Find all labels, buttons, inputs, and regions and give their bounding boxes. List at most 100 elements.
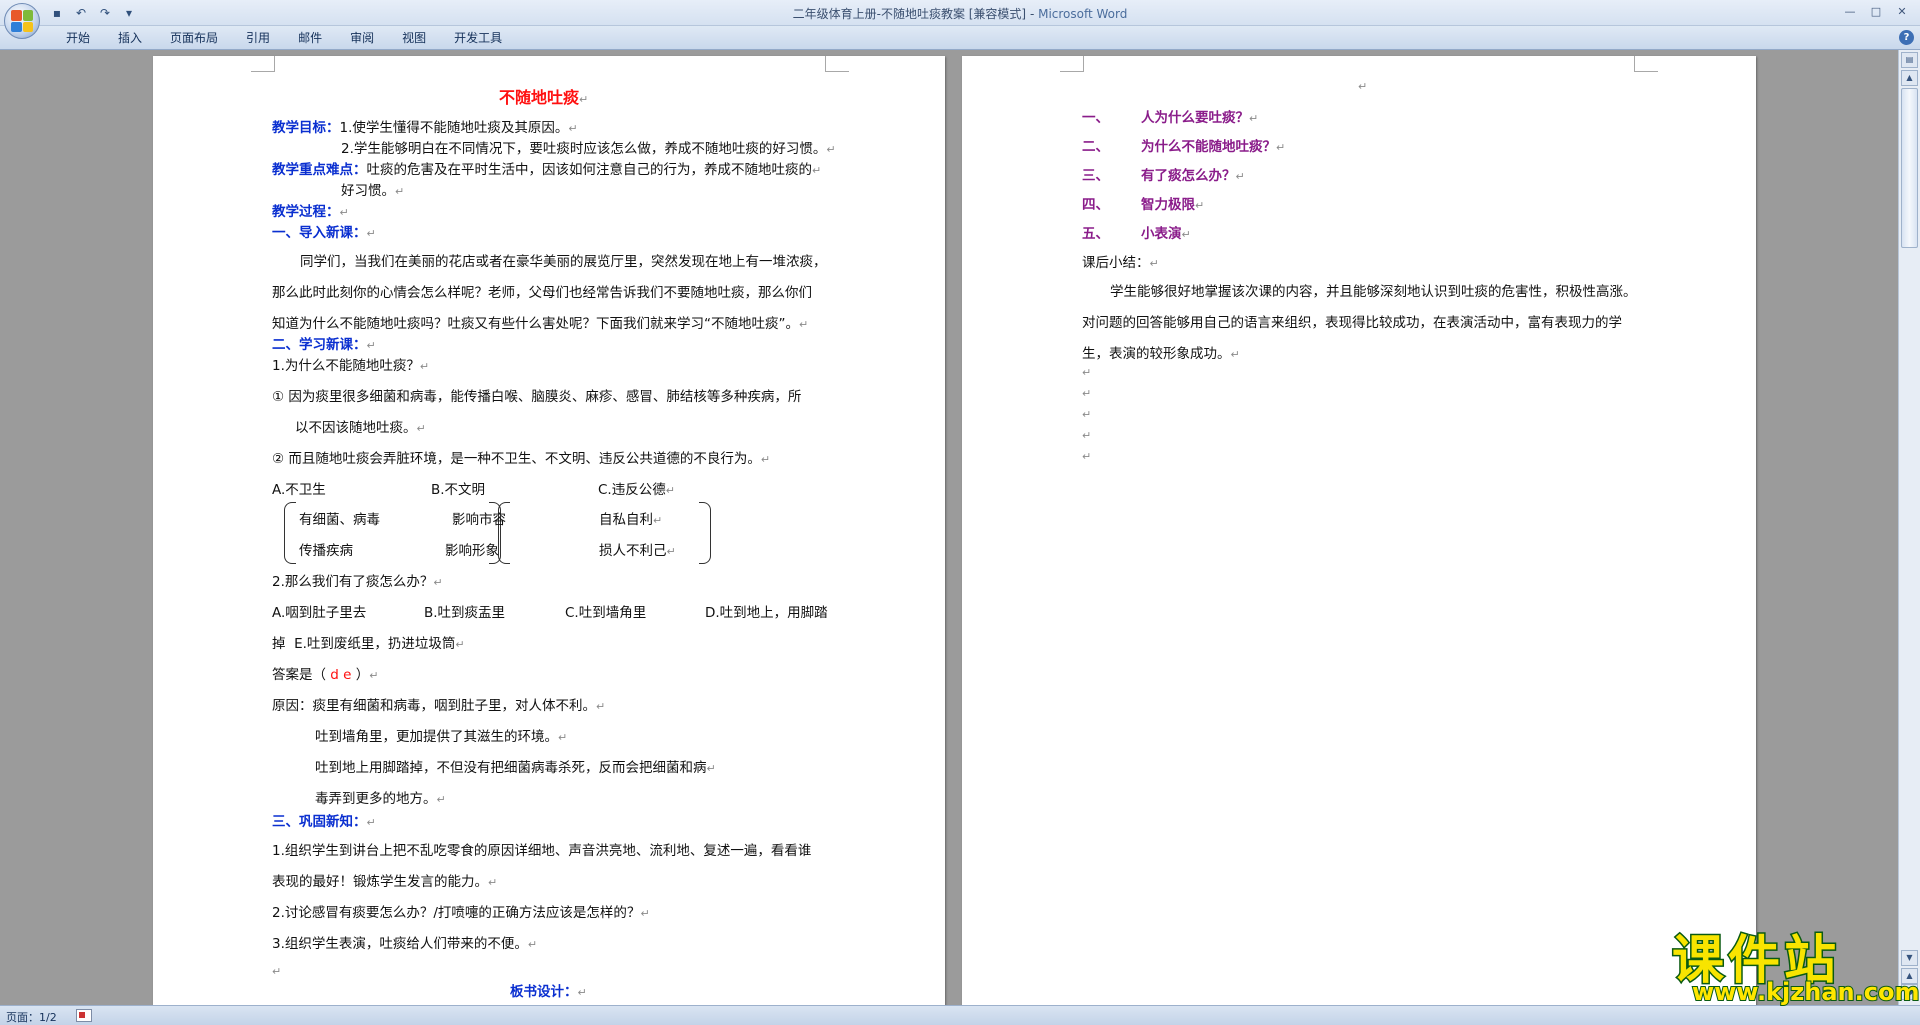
reason-line-3: 吐到地上用脚踏掉，不但没有把细菌病毒杀死，反而会把细菌和病↵ — [315, 756, 716, 776]
paragraph-mark: ↵ — [826, 143, 836, 156]
status-bar: 页面：1/2 — [0, 1005, 1920, 1025]
paragraph-mark: ↵ — [1230, 348, 1240, 361]
right-brace — [699, 502, 711, 564]
paragraph-mark: ↵ — [558, 731, 568, 744]
empty-line: ↵ — [1358, 78, 1367, 94]
margin-corner-top-right — [825, 56, 849, 72]
margin-corner-top-left — [1060, 56, 1084, 72]
page-count[interactable]: 页面：1/2 — [6, 1009, 57, 1025]
match-item-6: 损人不利己↵ — [599, 539, 676, 559]
board-item-5-number: 五、 — [1082, 226, 1109, 242]
option-c-text: C.违反公德 — [598, 482, 666, 498]
left-brace — [284, 502, 296, 564]
proofing-status-icon[interactable] — [76, 1009, 92, 1022]
paragraph-mark: ↵ — [1082, 366, 1092, 379]
tab-developer[interactable]: 开发工具 — [440, 30, 516, 47]
ribbon-tabs: 开始 插入 页面布局 引用 邮件 审阅 视图 开发工具 — [52, 30, 516, 47]
board-item-4: 四、 智力极限↵ — [1082, 193, 1204, 213]
title-bar: ▪ ↶ ↷ ▾ 二年级体育上册-不随地吐痰教案 [兼容模式] - Microso… — [0, 0, 1920, 39]
practice-1-line-1: 1.组织学生到讲台上把不乱吃零食的原因详细地、声音洪亮地、流利地、复述一遍，看看… — [272, 839, 811, 859]
maximize-icon[interactable]: □ — [1864, 3, 1888, 20]
reason-text-3: 吐到地上用脚踏掉，不但没有把细菌病毒杀死，反而会把细菌和病 — [315, 760, 707, 776]
reason-text-2: 吐到墙角里，更加提供了其滋生的环境。 — [315, 729, 558, 745]
choice-c-text: C.吐到墙角里 — [565, 605, 647, 621]
empty-line: ↵ — [1082, 427, 1091, 443]
page-2[interactable]: ↵ 一、 人为什么要吐痰？↵ 二、 为什么不能随地吐痰？↵ 三、 有了痰怎么办？↵ 四… — [962, 56, 1756, 1005]
choice-c: C.吐到墙角里 — [565, 601, 646, 621]
goal-2: 2.学生能够明白在不同情况下，要吐痰时应该怎么做，养成不随地吐痰的好习惯。 — [341, 141, 827, 157]
answer-prefix: 答案是（ — [272, 667, 326, 683]
reason-1-line-1: ① 因为痰里很多细菌和病毒，能传播白喉、脑膜炎、麻疹、感冒、肺结核等多种疾病，所 — [272, 385, 801, 405]
process-label: 教学过程： — [272, 204, 340, 220]
choice-a-text: A.咽到肚子里去 — [272, 605, 367, 621]
summary-line-1: 学生能够很好地掌握该次课的内容，并且能够深刻地认识到吐痰的危害性，积极性高涨。 — [1110, 280, 1637, 300]
key-label: 教学重点难点： — [272, 162, 367, 178]
board-item-3-text: 有了痰怎么办？ — [1141, 168, 1236, 184]
close-icon[interactable]: ✕ — [1890, 3, 1914, 20]
tab-review[interactable]: 审阅 — [336, 30, 388, 47]
answer-suffix: ） — [355, 667, 370, 683]
tab-references[interactable]: 引用 — [232, 30, 284, 47]
reason-1b: 以不因该随地吐痰。 — [295, 420, 417, 436]
match-2: 影响市容 — [452, 512, 506, 528]
practice-3-line: 3.组织学生表演，吐痰给人们带来的不便。↵ — [272, 932, 537, 952]
ruler-toggle-icon[interactable]: ▤ — [1901, 52, 1918, 68]
section-3-heading: 三、巩固新知：↵ — [272, 810, 376, 830]
question-1-text: 1.为什么不能随地吐痰？ — [272, 358, 420, 374]
board-item-2-text: 为什么不能随地吐痰？ — [1141, 139, 1276, 155]
intro-3: 知道为什么不能随地吐痰吗？吐痰又有些什么害处呢？下面我们就来学习“不随地吐痰”。 — [272, 316, 799, 332]
office-button[interactable] — [4, 3, 40, 39]
match-item-3: 自私自利↵ — [599, 508, 662, 528]
scrollbar-thumb[interactable] — [1901, 88, 1918, 248]
section-2-title: 二、学习新课： — [272, 337, 367, 353]
tab-mailings[interactable]: 邮件 — [284, 30, 336, 47]
scroll-up-icon[interactable]: ▲ — [1901, 70, 1918, 86]
paragraph-mark: ↵ — [1276, 141, 1286, 154]
paragraph-mark: ↵ — [665, 484, 675, 497]
tab-home[interactable]: 开始 — [52, 30, 104, 47]
match-6: 损人不利己 — [599, 543, 667, 559]
option-b-text: B.不文明 — [431, 482, 486, 498]
paragraph-mark: ↵ — [1082, 387, 1092, 400]
paragraph-mark: ↵ — [366, 816, 376, 829]
page-1[interactable]: 不随地吐痰↵ 教学目标：1.使学生懂得不能随地吐痰及其原因。↵ 2.学生能够明白… — [153, 56, 945, 1005]
title-text: 不随地吐痰 — [499, 88, 580, 107]
reason-line-4: 毒弄到更多的地方。↵ — [315, 787, 446, 807]
minimize-icon[interactable]: — — [1838, 3, 1862, 20]
paragraph-mark: ↵ — [596, 700, 606, 713]
paragraph-mark: ↵ — [1249, 112, 1259, 125]
margin-corner-top-left — [251, 56, 275, 72]
match-item-4: 传播疾病 — [299, 539, 353, 559]
paragraph-mark: ↵ — [1195, 199, 1205, 212]
tab-page-layout[interactable]: 页面布局 — [156, 30, 232, 47]
document-title: 二年级体育上册-不随地吐痰教案 [兼容模式] — [792, 7, 1027, 21]
paragraph-mark: ↵ — [366, 339, 376, 352]
vertical-scrollbar[interactable]: ▤ ▲ ▼ ▲ ● — [1898, 50, 1920, 1005]
match-item-5: 影响形象 — [445, 539, 499, 559]
empty-line: ↵ — [1082, 448, 1091, 464]
summary-line-3: 生，表演的较形象成功。↵ — [1082, 342, 1240, 362]
help-icon[interactable]: ? — [1899, 30, 1914, 45]
summary-label: 课后小结： — [1082, 255, 1150, 271]
paragraph-mark: ↵ — [1082, 450, 1092, 463]
paragraph-mark: ↵ — [436, 793, 446, 806]
process-heading: 教学过程：↵ — [272, 200, 349, 220]
empty-line: ↵ — [1082, 364, 1091, 380]
section-1-title: 一、导入新课： — [272, 225, 367, 241]
match-5: 影响形象 — [445, 543, 499, 559]
choice-d: D.吐到地上，用脚踏 — [705, 601, 828, 621]
tab-insert[interactable]: 插入 — [104, 30, 156, 47]
choice-a: A.咽到肚子里去 — [272, 601, 366, 621]
document-title-heading: 不随地吐痰↵ — [499, 84, 588, 108]
window-controls: — □ ✕ — [1838, 3, 1914, 20]
paragraph-mark: ↵ — [812, 164, 822, 177]
window-title: 二年级体育上册-不随地吐痰教案 [兼容模式] - Microsoft Word — [0, 5, 1920, 22]
practice-3: 3.组织学生表演，吐痰给人们带来的不便。 — [272, 936, 528, 952]
paragraph-mark: ↵ — [455, 638, 465, 651]
document-area: 不随地吐痰↵ 教学目标：1.使学生懂得不能随地吐痰及其原因。↵ 2.学生能够明白… — [0, 50, 1898, 1005]
goal-label: 教学目标： — [272, 120, 340, 136]
board-item-1-number: 一、 — [1082, 110, 1109, 126]
tab-view[interactable]: 视图 — [388, 30, 440, 47]
board-item-3: 三、 有了痰怎么办？↵ — [1082, 164, 1245, 184]
reason-2: ② 而且随地吐痰会弄脏环境，是一种不卫生、不文明、违反公共道德的不良行为。 — [272, 451, 761, 467]
